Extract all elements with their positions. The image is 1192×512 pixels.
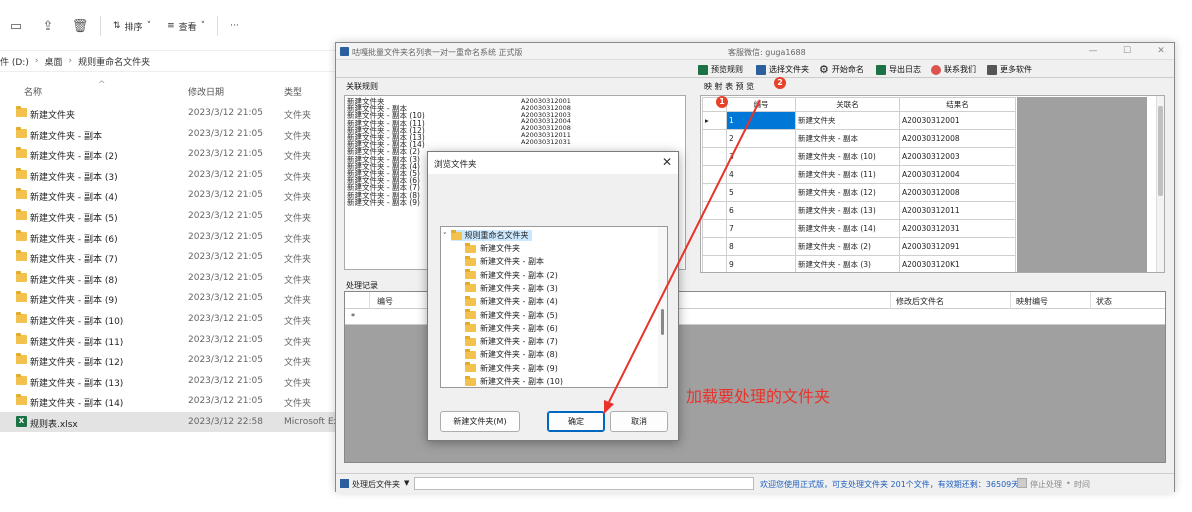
step-badge-1: 1 bbox=[716, 96, 728, 108]
annotation-arrowhead bbox=[604, 400, 614, 414]
step-badge-2: 2 bbox=[774, 77, 786, 89]
annotation-arrows bbox=[604, 99, 761, 414]
annotation-hint: 加载要处理的文件夹 bbox=[686, 387, 831, 406]
annotation-arrow-line bbox=[608, 99, 761, 403]
